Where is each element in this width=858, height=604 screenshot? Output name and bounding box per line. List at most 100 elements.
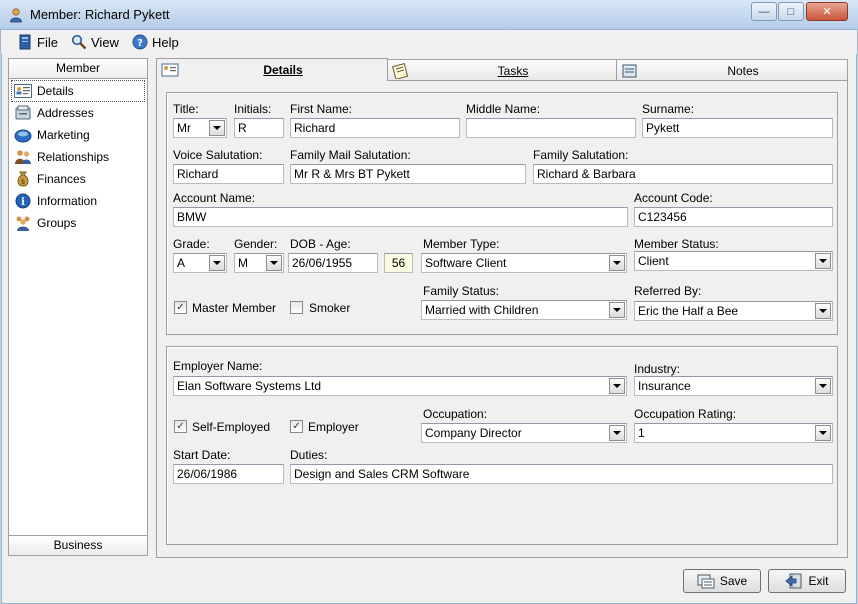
occupation-rating-value: 1 xyxy=(638,426,645,440)
sidebar-item-details[interactable]: Details xyxy=(11,80,145,102)
occupation-rating-select[interactable]: 1 xyxy=(634,423,833,443)
sidebar-item-marketing[interactable]: Marketing xyxy=(12,125,144,145)
gender-select[interactable]: M xyxy=(234,253,284,273)
id-card-icon xyxy=(14,83,32,99)
title-select[interactable]: Mr xyxy=(173,118,227,138)
save-icon xyxy=(697,574,715,589)
tab-tasks[interactable]: Tasks xyxy=(387,59,617,81)
middle-name-field[interactable] xyxy=(466,118,636,138)
menu-view-label: View xyxy=(91,34,119,50)
duties-field[interactable]: Design and Sales CRM Software xyxy=(290,464,833,484)
sidebar-header-business[interactable]: Business xyxy=(9,535,147,555)
chevron-down-icon[interactable] xyxy=(815,253,831,269)
sidebar-item-label: Relationships xyxy=(37,150,110,164)
sidebar-item-relationships[interactable]: Relationships xyxy=(12,147,144,167)
dob-label: DOB - Age: xyxy=(290,237,351,251)
occupation-value: Company Director xyxy=(425,426,522,440)
chevron-down-icon[interactable] xyxy=(609,425,625,441)
industry-label: Industry: xyxy=(634,362,681,376)
referred-by-select[interactable]: Eric the Half a Bee xyxy=(634,301,833,321)
menu-help[interactable]: ? Help xyxy=(132,33,179,51)
account-name-label: Account Name: xyxy=(173,191,256,205)
start-date-field[interactable]: 26/06/1986 xyxy=(173,464,284,484)
family-mail-salutation-field[interactable]: Mr R & Mrs BT Pykett xyxy=(290,164,526,184)
self-employed-checkbox[interactable]: ✓ xyxy=(174,420,187,433)
sidebar-item-label: Details xyxy=(37,84,74,98)
info-icon: i xyxy=(14,193,32,209)
surname-label: Surname: xyxy=(642,102,695,116)
exit-button[interactable]: Exit xyxy=(768,569,846,593)
save-button[interactable]: Save xyxy=(683,569,761,593)
account-code-field[interactable]: C123456 xyxy=(634,207,833,227)
tab-tasks-label: Tasks xyxy=(497,63,529,78)
close-button[interactable]: ✕ xyxy=(806,2,848,21)
sidebar-item-addresses[interactable]: Addresses xyxy=(12,103,144,123)
people-icon xyxy=(14,149,32,165)
tab-notes-label: Notes xyxy=(727,63,759,78)
sidebar-item-groups[interactable]: Groups xyxy=(12,213,144,233)
industry-select[interactable]: Insurance xyxy=(634,376,833,396)
svg-text:$: $ xyxy=(21,178,25,186)
smoker-checkbox[interactable] xyxy=(290,301,303,314)
sidebar-item-label: Information xyxy=(37,194,98,208)
member-type-select[interactable]: Software Client xyxy=(421,253,627,273)
svg-text:i: i xyxy=(21,197,25,208)
employer-name-select[interactable]: Elan Software Systems Ltd xyxy=(173,376,627,396)
save-button-label: Save xyxy=(719,574,748,588)
grade-select[interactable]: A xyxy=(173,253,227,273)
chevron-down-icon[interactable] xyxy=(266,255,282,271)
master-member-checkbox[interactable]: ✓ xyxy=(174,301,187,314)
chevron-down-icon[interactable] xyxy=(609,302,625,318)
occupation-rating-label: Occupation Rating: xyxy=(634,407,737,421)
first-name-label: First Name: xyxy=(290,102,353,116)
member-status-select[interactable]: Client xyxy=(634,251,833,271)
employer-name-value: Elan Software Systems Ltd xyxy=(177,379,322,393)
employer-label: Employer xyxy=(308,420,359,434)
minimize-button[interactable]: — xyxy=(751,2,777,21)
chevron-down-icon[interactable] xyxy=(609,255,625,271)
member-status-label: Member Status: xyxy=(634,237,719,251)
occupation-select[interactable]: Company Director xyxy=(421,423,627,443)
sidebar-item-label: Groups xyxy=(37,216,77,230)
surname-field[interactable]: Pykett xyxy=(642,118,833,138)
grade-label: Grade: xyxy=(173,237,210,251)
voice-salutation-field[interactable]: Richard xyxy=(173,164,284,184)
middle-name-label: Middle Name: xyxy=(466,102,541,116)
svg-text:?: ? xyxy=(137,38,143,49)
chevron-down-icon[interactable] xyxy=(815,378,831,394)
exit-icon xyxy=(785,573,802,589)
maximize-button[interactable]: □ xyxy=(778,2,804,21)
chevron-down-icon[interactable] xyxy=(209,120,225,136)
address-book-icon xyxy=(14,105,32,121)
chevron-down-icon[interactable] xyxy=(609,378,625,394)
title-bar[interactable]: Member: Richard Pykett — □ ✕ xyxy=(0,0,858,30)
group-icon xyxy=(14,215,32,231)
menu-file[interactable]: File xyxy=(19,33,58,51)
tab-notes[interactable]: Notes xyxy=(616,59,848,81)
sidebar-item-label: Finances xyxy=(37,172,86,186)
member-app-icon xyxy=(10,8,22,23)
dob-field[interactable]: 26/06/1955 xyxy=(288,253,378,273)
title-label: Title: xyxy=(173,102,199,116)
family-status-value: Married with Children xyxy=(425,303,539,317)
industry-value: Insurance xyxy=(638,379,691,393)
sidebar-item-information[interactable]: i Information xyxy=(12,191,144,211)
first-name-field[interactable]: Richard xyxy=(290,118,460,138)
account-name-field[interactable]: BMW xyxy=(173,207,628,227)
chevron-down-icon[interactable] xyxy=(815,425,831,441)
chevron-down-icon[interactable] xyxy=(815,303,831,319)
family-salutation-field[interactable]: Richard & Barbara xyxy=(533,164,833,184)
tab-details[interactable]: Details xyxy=(156,58,388,81)
member-status-value: Client xyxy=(638,254,669,268)
initials-field[interactable]: R xyxy=(234,118,284,138)
chevron-down-icon[interactable] xyxy=(209,255,225,271)
master-member-label: Master Member xyxy=(192,301,277,315)
family-status-select[interactable]: Married with Children xyxy=(421,300,627,320)
window-title: Member: Richard Pykett xyxy=(30,7,170,22)
menu-view[interactable]: View xyxy=(71,33,119,51)
employer-checkbox[interactable]: ✓ xyxy=(290,420,303,433)
sidebar-item-finances[interactable]: $ Finances xyxy=(12,169,144,189)
age-field: 56 xyxy=(384,253,413,273)
sidebar-header-member[interactable]: Member xyxy=(9,59,147,79)
sidebar-item-label: Addresses xyxy=(37,106,94,120)
